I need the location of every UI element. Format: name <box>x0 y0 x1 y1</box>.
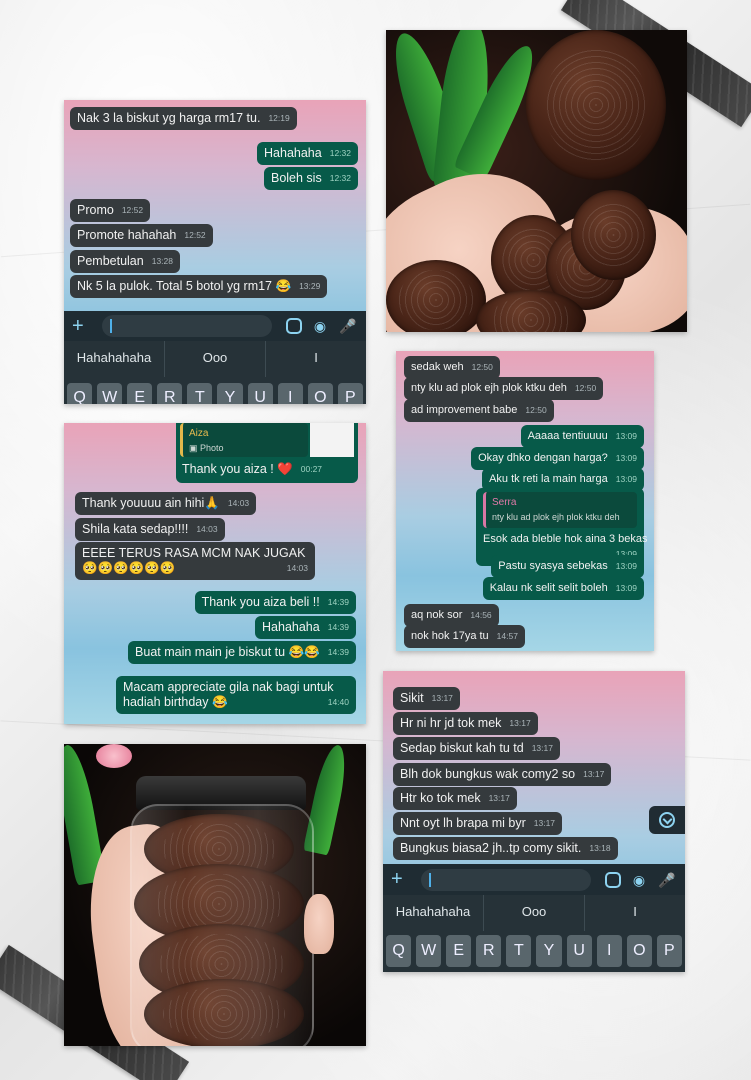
message-bubble: sedak weh 12:50 <box>404 356 500 379</box>
message-bubble: Shila kata sedap!!!! 14:03 <box>75 518 225 541</box>
camera-icon[interactable]: ◉ <box>310 316 330 336</box>
cookie-photo-1 <box>386 30 687 332</box>
message-bubble: Sedap biskut kah tu td 13:17 <box>393 737 560 760</box>
suggestion-item[interactable]: Hahahahaha <box>383 895 483 931</box>
plus-icon[interactable]: + <box>72 315 96 338</box>
message-bubble: Aaaaa tentiuuuu 13:09 <box>520 425 644 448</box>
reply-quote: Serra nty klu ad plok ejh plok ktku deh <box>483 492 637 528</box>
photo-icon: ▣ Photo <box>189 443 224 453</box>
microphone-icon[interactable]: 🎤 <box>338 316 358 336</box>
key-w[interactable]: W <box>416 935 442 967</box>
chevron-down-icon <box>659 812 675 828</box>
chat-screenshot-2: Aiza ▣ Photo Thank you aiza ! ❤️ 00:27 Th… <box>64 423 366 724</box>
chat-screenshot-1: Nak 3 la biskut yg harga rm17 tu. 12:19 H… <box>64 100 366 404</box>
message-bubble: Pastu syasya sebekas 13:09 <box>491 555 644 578</box>
message-bubble: Blh dok bungkus wak comy2 so 13:17 <box>393 763 612 786</box>
key-e[interactable]: E <box>446 935 472 967</box>
key-u[interactable]: U <box>566 935 592 967</box>
message-bubble: Bungkus biasa2 jh..tp comy sikit. 13:18 <box>393 837 618 860</box>
message-bubble: nty klu ad plok ejh plok ktku deh 12:50 <box>404 377 604 400</box>
keyboard-suggestions: Hahahahaha Ooo I <box>383 895 685 931</box>
message-bubble: ad improvement babe 12:50 <box>404 399 554 422</box>
camera-icon[interactable]: ◉ <box>629 870 649 890</box>
message-bubble: Boleh sis 12:32 <box>263 167 358 190</box>
finger <box>304 894 334 954</box>
reply-quote: Aiza ▣ Photo <box>180 423 308 457</box>
key-i[interactable]: I <box>277 383 303 404</box>
key-o[interactable]: O <box>626 935 652 967</box>
key-u[interactable]: U <box>247 383 273 404</box>
keyboard-row: Q W E R T Y U I O P <box>64 377 366 404</box>
reply-thumbnail <box>310 423 354 457</box>
suggestion-item[interactable]: Ooo <box>164 341 265 377</box>
message-bubble: Sikit 13:17 <box>393 687 460 710</box>
sticker-icon[interactable] <box>286 318 302 334</box>
message-bubble: Aiza ▣ Photo Thank you aiza ! ❤️ 00:27 <box>176 423 358 483</box>
message-bubble: Kalau nk selit selit boleh 13:09 <box>482 577 644 600</box>
suggestion-item[interactable]: I <box>265 341 366 377</box>
message-bubble: EEEE TERUS RASA MCM NAK JUGAK🥺🥺🥺🥺🥺🥺 14:03 <box>75 542 315 580</box>
suggestion-item[interactable]: Hahahahaha <box>64 341 164 377</box>
message-bubble: Promote hahahah 12:52 <box>70 224 213 247</box>
message-bubble: Htr ko tok mek 13:17 <box>393 787 517 810</box>
cookie <box>386 260 486 332</box>
key-r[interactable]: R <box>476 935 502 967</box>
keyboard-suggestions: Hahahahaha Ooo I <box>64 341 366 377</box>
key-y[interactable]: Y <box>536 935 562 967</box>
message-input[interactable] <box>421 868 591 891</box>
message-bubble: Thank you aiza beli !! 14:39 <box>194 591 356 614</box>
message-bubble: Thank youuuu ain hihi🙏 14:03 <box>75 492 257 515</box>
scroll-down-button[interactable] <box>649 806 685 834</box>
message-bubble: Nak 3 la biskut yg harga rm17 tu. 12:19 <box>70 107 297 130</box>
key-e[interactable]: E <box>127 383 153 404</box>
chat-screenshot-4: Sikit 13:17 Hr ni hr jd tok mek 13:17 Seda… <box>383 671 685 972</box>
key-w[interactable]: W <box>97 383 123 404</box>
suggestion-item[interactable]: Ooo <box>483 895 584 931</box>
suggestion-item[interactable]: I <box>584 895 685 931</box>
message-bubble: Macam appreciate gila nak bagi untuk had… <box>116 676 356 714</box>
key-o[interactable]: O <box>307 383 333 404</box>
key-r[interactable]: R <box>157 383 183 404</box>
sticker-icon[interactable] <box>605 871 621 888</box>
message-bubble: Hahahaha 14:39 <box>255 616 356 639</box>
message-bubble: aq nok sor 14:56 <box>404 604 499 627</box>
message-bubble: Nk 5 la pulok. Total 5 botol yg rm17 😂 13… <box>70 275 328 298</box>
message-bubble: Pembetulan 13:28 <box>70 250 180 273</box>
message-bubble: Okay dhko dengan harga? 13:09 <box>471 447 644 470</box>
message-bubble: Buat main main je biskut tu 😂😂 14:39 <box>128 641 356 664</box>
message-bubble: Hahahaha 12:32 <box>257 142 358 165</box>
message-bubble: nok hok 17ya tu 14:57 <box>404 625 525 648</box>
microphone-icon[interactable]: 🎤 <box>657 870 677 890</box>
key-p[interactable]: P <box>337 383 363 404</box>
plus-icon[interactable]: + <box>391 868 415 891</box>
key-t[interactable]: T <box>506 935 532 967</box>
cookie <box>571 190 656 280</box>
message-input-bar: + ◉ 🎤 <box>383 864 685 895</box>
message-input[interactable] <box>102 315 272 337</box>
message-input-bar: + ◉ 🎤 <box>64 311 366 341</box>
flower <box>96 744 132 768</box>
key-p[interactable]: P <box>656 935 682 967</box>
key-i[interactable]: I <box>596 935 622 967</box>
chat-screenshot-3: sedak weh 12:50 nty klu ad plok ejh plok … <box>396 351 654 651</box>
message-bubble: Hr ni hr jd tok mek 13:17 <box>393 712 538 735</box>
key-y[interactable]: Y <box>217 383 243 404</box>
key-q[interactable]: Q <box>386 935 412 967</box>
message-bubble: Promo 12:52 <box>70 199 151 222</box>
cookie-jar-photo <box>64 744 366 1046</box>
message-bubble: Nnt oyt lh brapa mi byr 13:17 <box>393 812 563 835</box>
key-t[interactable]: T <box>187 383 213 404</box>
cookie <box>526 30 666 180</box>
key-q[interactable]: Q <box>67 383 93 404</box>
glass-jar <box>130 804 314 1046</box>
keyboard-row: Q W E R T Y U I O P <box>383 931 685 972</box>
